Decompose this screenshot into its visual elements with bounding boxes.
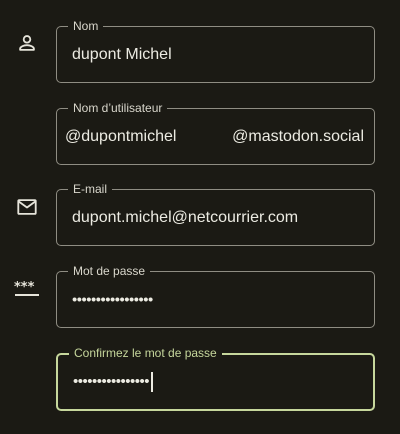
- confirm-password-dots: ••••••••••••••••: [73, 372, 150, 390]
- email-label: E-mail: [68, 181, 113, 197]
- password-icon: ***: [14, 277, 40, 301]
- username-value: @dupontmichel: [65, 128, 176, 146]
- person-icon: [14, 31, 40, 55]
- email-value: dupont.michel@netcourrier.com: [72, 208, 299, 226]
- username-label: Nom d’utilisateur: [68, 100, 168, 116]
- name-field[interactable]: Nom dupont Michel: [56, 18, 375, 83]
- username-domain: @mastodon.social: [232, 127, 364, 145]
- password-field[interactable]: Mot de passe •••••••••••••••••: [56, 263, 375, 328]
- name-value: dupont Michel: [72, 45, 172, 63]
- password-value: •••••••••••••••••: [72, 291, 153, 308]
- email-field[interactable]: E-mail dupont.michel@netcourrier.com: [56, 181, 375, 246]
- confirm-password-field[interactable]: Confirmez le mot de passe ••••••••••••••…: [56, 345, 375, 411]
- username-text: dupontmichel: [81, 127, 177, 145]
- svg-text:***: ***: [14, 280, 35, 295]
- username-at-prefix: @: [65, 127, 82, 145]
- confirm-password-label: Confirmez le mot de passe: [69, 345, 222, 361]
- mail-icon: [14, 195, 40, 219]
- text-caret: [151, 372, 154, 392]
- password-label: Mot de passe: [68, 263, 151, 279]
- confirm-password-value: ••••••••••••••••: [73, 372, 154, 392]
- name-label: Nom: [68, 18, 104, 34]
- username-field[interactable]: Nom d’utilisateur @dupontmichel @mastodo…: [56, 100, 375, 165]
